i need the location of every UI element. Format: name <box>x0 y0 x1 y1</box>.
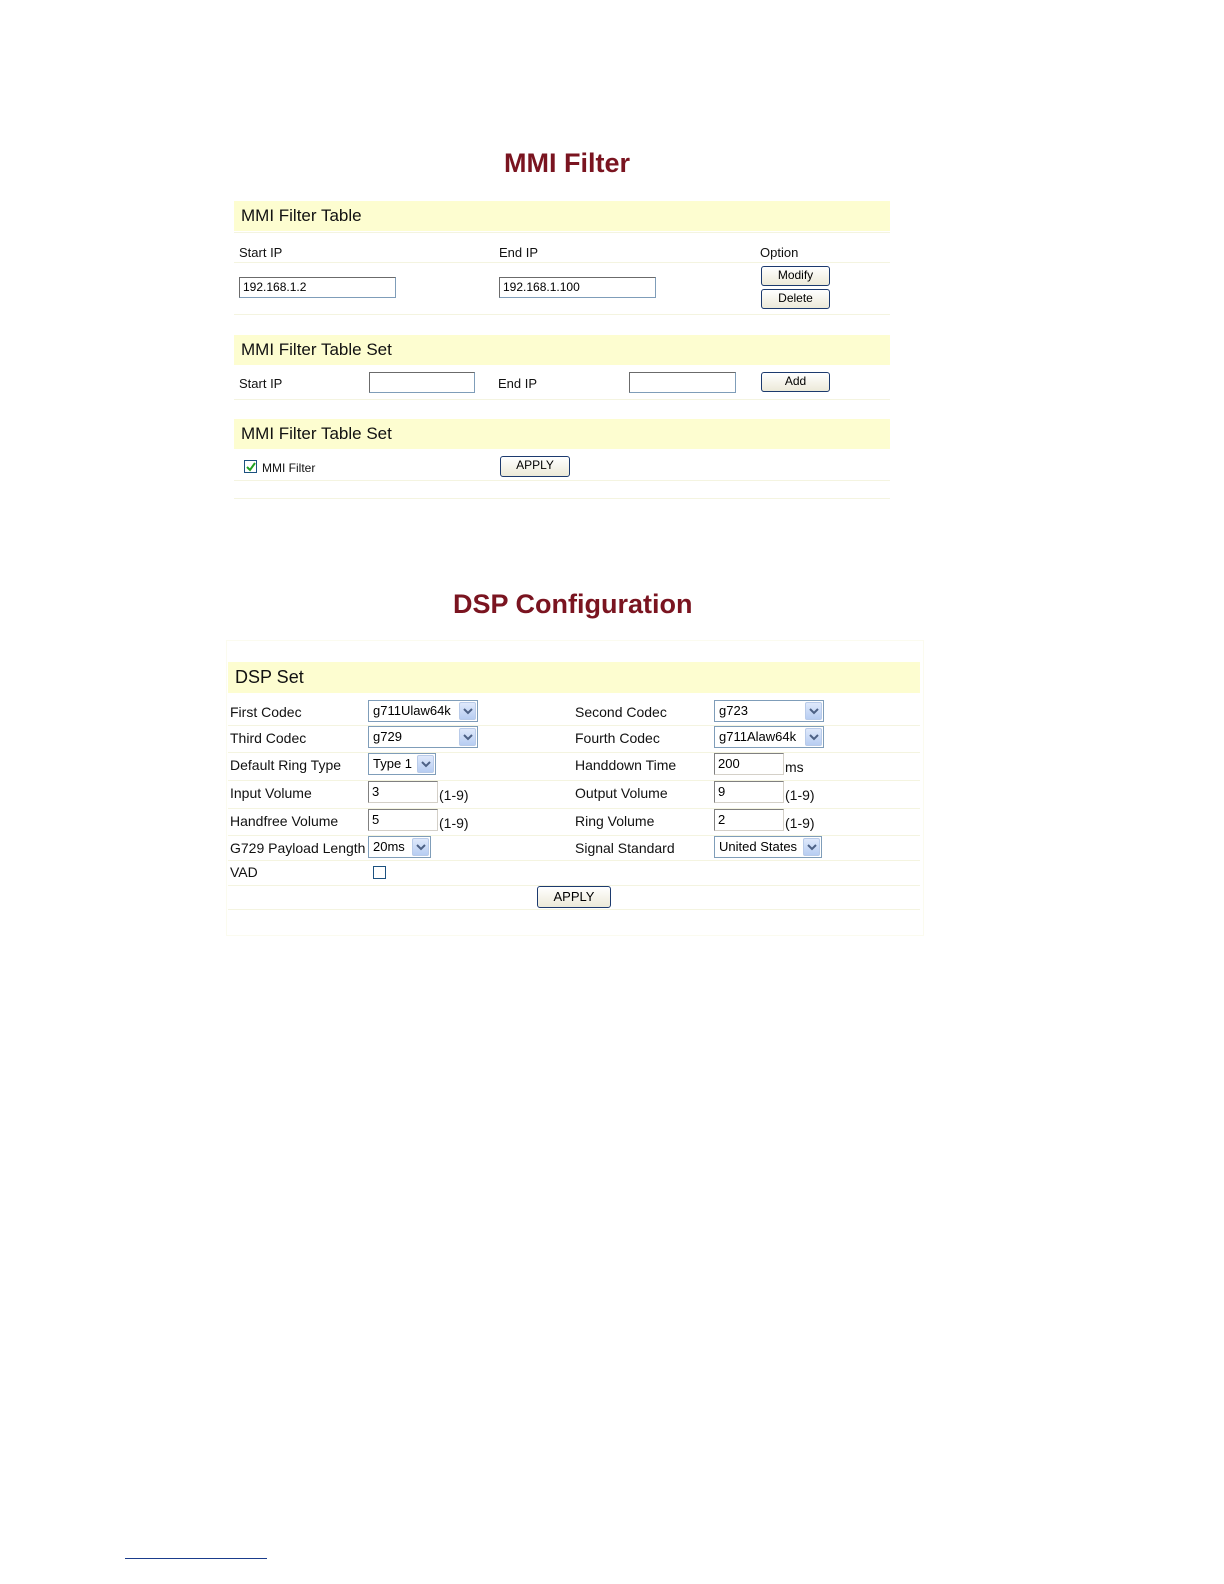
mmi-apply-button[interactable]: APPLY <box>500 456 570 477</box>
start-ip-column-header: Start IP <box>239 245 283 260</box>
vad-label: VAD <box>230 864 258 880</box>
dsp-configuration-title: DSP Configuration <box>453 589 693 619</box>
modify-button[interactable]: Modify <box>761 266 830 286</box>
third-codec-label: Third Codec <box>230 730 307 746</box>
input-volume-range: (1-9) <box>439 787 469 803</box>
signal-standard-select[interactable]: United States <box>714 836 822 858</box>
handdown-time-label: Handdown Time <box>575 757 677 773</box>
chevron-down-icon <box>805 702 822 720</box>
payload-length-value: 20ms <box>373 839 405 854</box>
ring-volume-range: (1-9) <box>785 815 815 831</box>
option-column-header: Option <box>760 245 799 260</box>
mmi-filter-table-set-header: MMI Filter Table Set <box>234 335 890 365</box>
chevron-down-icon <box>803 838 820 856</box>
fourth-codec-label: Fourth Codec <box>575 730 660 746</box>
ring-volume-input[interactable]: 2 <box>714 809 784 831</box>
ring-type-select[interactable]: Type 1 <box>368 753 436 775</box>
input-volume-input[interactable]: 3 <box>368 781 438 803</box>
g729-payload-length-label: G729 Payload Length <box>230 840 366 856</box>
delete-button[interactable]: Delete <box>761 289 830 309</box>
dsp-apply-button[interactable]: APPLY <box>537 886 611 908</box>
second-codec-select[interactable]: g723 <box>714 700 824 722</box>
second-codec-label: Second Codec <box>575 704 667 720</box>
add-end-ip-input[interactable] <box>629 372 736 393</box>
handfree-volume-label: Handfree Volume <box>230 813 339 829</box>
mmi-filter-checkbox-label: MMI Filter <box>262 461 316 475</box>
add-start-ip-input[interactable] <box>369 372 475 393</box>
add-button[interactable]: Add <box>761 372 830 392</box>
chevron-down-icon <box>459 702 476 720</box>
third-codec-value: g729 <box>373 729 402 744</box>
fourth-codec-select[interactable]: g711Alaw64k <box>714 726 824 748</box>
dsp-set-header: DSP Set <box>228 662 920 693</box>
chevron-down-icon <box>459 728 476 746</box>
add-end-ip-label: End IP <box>498 376 538 391</box>
mmi-filter-checkbox[interactable] <box>244 460 257 473</box>
handdown-time-input[interactable]: 200 <box>714 753 784 775</box>
signal-standard-label: Signal Standard <box>575 840 675 856</box>
mmi-filter-enable-header: MMI Filter Table Set <box>234 419 890 449</box>
fourth-codec-value: g711Alaw64k <box>719 729 797 744</box>
chevron-down-icon <box>805 728 822 746</box>
output-volume-input[interactable]: 9 <box>714 781 784 803</box>
end-ip-column-header: End IP <box>499 245 539 260</box>
second-codec-value: g723 <box>719 703 748 718</box>
filter-start-ip-field[interactable]: 192.168.1.2 <box>239 277 396 298</box>
filter-end-ip-field[interactable]: 192.168.1.100 <box>499 277 656 298</box>
ring-volume-label: Ring Volume <box>575 813 655 829</box>
chevron-down-icon <box>412 838 429 856</box>
first-codec-label: First Codec <box>230 704 302 720</box>
vad-checkbox[interactable] <box>373 866 386 879</box>
first-codec-select[interactable]: g711Ulaw64k <box>368 700 478 722</box>
output-volume-range: (1-9) <box>785 787 815 803</box>
handfree-volume-input[interactable]: 5 <box>368 809 438 831</box>
payload-length-select[interactable]: 20ms <box>368 836 431 858</box>
ring-type-value: Type 1 <box>373 756 413 771</box>
mmi-filter-table-set-panel: MMI Filter Table Set <box>233 333 893 403</box>
third-codec-select[interactable]: g729 <box>368 726 478 748</box>
default-ring-type-label: Default Ring Type <box>230 757 342 773</box>
check-icon <box>246 462 256 472</box>
signal-standard-value: United States <box>719 839 798 854</box>
chevron-down-icon <box>417 755 434 773</box>
footnote-rule <box>125 1558 267 1559</box>
input-volume-label: Input Volume <box>230 785 312 801</box>
first-codec-value: g711Ulaw64k <box>373 703 451 718</box>
handdown-time-unit: ms <box>785 759 804 775</box>
handfree-volume-range: (1-9) <box>439 815 469 831</box>
mmi-filter-title: MMI Filter <box>504 148 630 178</box>
add-start-ip-label: Start IP <box>239 376 283 391</box>
mmi-filter-table-header: MMI Filter Table <box>234 201 890 231</box>
output-volume-label: Output Volume <box>575 785 668 801</box>
